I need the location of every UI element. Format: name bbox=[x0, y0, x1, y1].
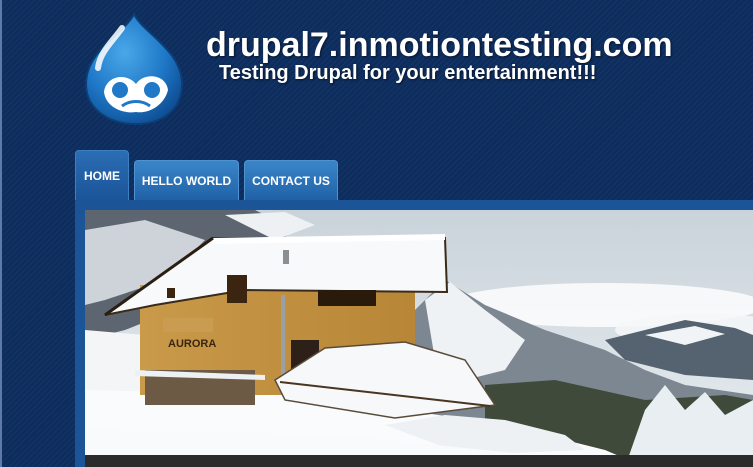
nav-tab-hello-world[interactable]: HELLO WORLD bbox=[134, 160, 239, 202]
hero-caption-bar bbox=[85, 455, 753, 467]
site-slogan: Testing Drupal for your entertainment!!! bbox=[219, 62, 597, 84]
hut-sign-text: AURORA bbox=[168, 338, 216, 350]
drupal-drop-icon bbox=[84, 11, 184, 126]
hero-image: AURORA bbox=[85, 210, 753, 467]
site-logo-link[interactable] bbox=[82, 10, 190, 128]
nav-tab-home[interactable]: HOME bbox=[75, 150, 129, 202]
nav-tab-label: CONTACT US bbox=[252, 174, 330, 188]
nav-tab-contact-us[interactable]: CONTACT US bbox=[244, 160, 338, 202]
site-name[interactable]: drupal7.inmotiontesting.com bbox=[206, 26, 673, 65]
nav-tab-label: HOME bbox=[84, 169, 120, 183]
page-left-edge bbox=[0, 0, 2, 467]
main-nav: HOME HELLO WORLD CONTACT US bbox=[0, 148, 753, 204]
nav-tab-label: HELLO WORLD bbox=[141, 174, 232, 188]
